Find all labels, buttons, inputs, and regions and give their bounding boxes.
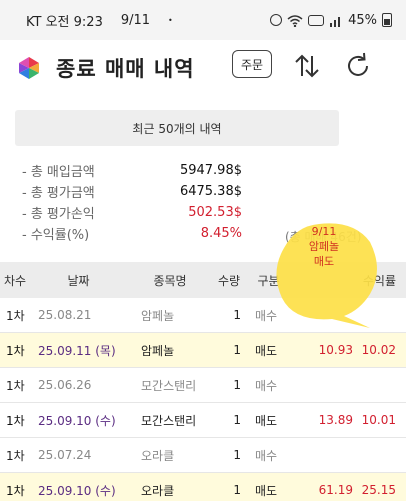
cell-price: 13.89: [318, 413, 353, 427]
table-row[interactable]: 1차 25.09.10 (수) 오라클 1 매도 61.19 25.15: [0, 473, 406, 501]
notification-dot: •: [168, 15, 173, 25]
battery-percent: 45%: [348, 12, 377, 28]
cell-rate: 10.02: [361, 343, 396, 357]
cell-rate: 10.01: [361, 413, 396, 427]
table-row[interactable]: 1차 25.09.11 (목) 암페놀 1 매도 10.93 10.02: [0, 333, 406, 368]
cell-type: 매도: [255, 343, 278, 358]
annotation-line: 매도: [313, 255, 335, 268]
summary-label: - 총 평가손익: [22, 207, 95, 222]
cell-date: 25.08.21: [38, 308, 92, 322]
app-logo: [19, 57, 39, 79]
table-row[interactable]: 1차 25.06.26 모간스탠리 1 매수: [0, 368, 406, 403]
page-title: 종료 매매 내역: [56, 57, 195, 81]
order-button[interactable]: 주문: [232, 50, 272, 78]
cell-qty: 1: [233, 448, 241, 462]
header-round: 차수: [3, 273, 27, 288]
summary-value: 6475.38$: [179, 184, 242, 199]
cell-name: 암페놀: [141, 308, 175, 323]
cell-price: 10.93: [318, 343, 353, 357]
refresh-icon[interactable]: [342, 50, 374, 82]
cell-round: 1차: [6, 378, 25, 393]
summary-value: 8.45%: [200, 226, 242, 241]
recent-history-banner: 최근 50개의 내역: [15, 110, 339, 146]
cell-name: 암페놀: [141, 343, 175, 358]
cell-qty: 1: [233, 378, 241, 392]
cell-name: 오라클: [141, 483, 175, 498]
header-name: 종목명: [153, 273, 187, 288]
cell-round: 1차: [6, 308, 25, 323]
cell-round: 1차: [6, 343, 25, 358]
battery-icon: [382, 13, 392, 27]
cell-date: 25.09.10 (수): [38, 413, 116, 428]
cell-type: 매도: [255, 413, 278, 428]
cell-date: 25.06.26: [38, 378, 92, 392]
alarm-icon: [270, 14, 283, 26]
status-date: 9/11: [120, 12, 151, 28]
cell-price: 61.19: [318, 483, 353, 497]
summary-label: - 총 평가금액: [22, 186, 95, 201]
cell-qty: 1: [233, 343, 241, 357]
cell-qty: 1: [233, 483, 241, 497]
status-bar: KT 오전 9:23 9/11 • 45%: [0, 0, 406, 40]
cell-qty: 1: [233, 308, 241, 322]
cell-type: 매수: [255, 448, 278, 463]
cell-date: 25.09.10 (수): [38, 483, 116, 498]
cell-rate: 25.15: [361, 483, 396, 497]
cell-name: 오라클: [141, 448, 175, 463]
header-date: 날짜: [67, 273, 90, 288]
signal-icon: [330, 16, 341, 27]
table-row[interactable]: 1차 25.09.10 (수) 모간스탠리 1 매도 13.89 10.01: [0, 403, 406, 438]
summary-value: 502.53$: [188, 205, 242, 220]
annotation-text: 9/11 암페놀 매도: [284, 224, 364, 269]
summary-label: - 수익률(%): [22, 228, 90, 243]
cell-round: 1차: [6, 448, 25, 463]
summary-row: - 총 평가금액 6475.38$: [22, 181, 362, 202]
app-header: 종료 매매 내역 주문: [0, 40, 406, 96]
header-qty: 수량: [217, 273, 241, 288]
annotation-line: 암페놀: [308, 240, 340, 253]
table-row[interactable]: 1차 25.07.24 오라클 1 매수: [0, 438, 406, 473]
cell-date: 25.07.24: [38, 448, 92, 462]
wifi-icon: [287, 14, 303, 27]
hd-icon: [308, 14, 325, 26]
summary-label: - 총 매입금액: [22, 165, 95, 180]
cell-name: 모간스탠리: [141, 413, 197, 428]
cell-round: 1차: [6, 413, 25, 428]
cell-date: 25.09.11 (목): [38, 343, 116, 358]
cell-round: 1차: [6, 483, 25, 498]
summary-row: - 총 매입금액 5947.98$: [22, 160, 362, 181]
cell-type: 매수: [255, 378, 278, 393]
cell-qty: 1: [233, 413, 241, 427]
annotation-line: 9/11: [311, 225, 337, 238]
cell-name: 모간스탠리: [141, 378, 197, 393]
summary-value: 5947.98$: [179, 163, 242, 178]
swap-vertical-icon[interactable]: [291, 50, 323, 82]
cell-type: 매도: [255, 483, 278, 498]
carrier-time: KT 오전 9:23: [26, 14, 103, 30]
